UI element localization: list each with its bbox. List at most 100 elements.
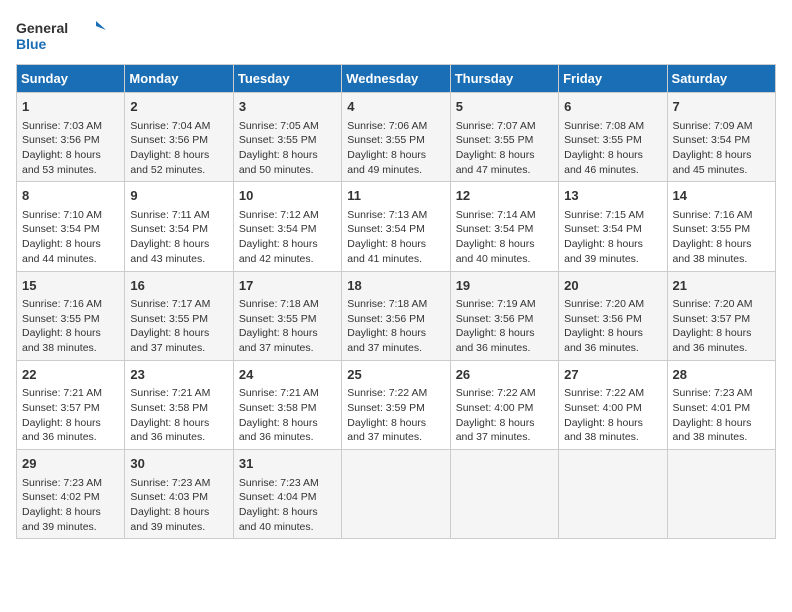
day-detail: Sunrise: 7:23 AMSunset: 4:04 PMDaylight:… — [239, 476, 336, 535]
day-number: 12 — [456, 186, 553, 206]
calendar-day-cell: 19Sunrise: 7:19 AMSunset: 3:56 PMDayligh… — [450, 271, 558, 360]
day-detail: Sunrise: 7:08 AMSunset: 3:55 PMDaylight:… — [564, 119, 661, 178]
day-number: 25 — [347, 365, 444, 385]
day-detail: Sunrise: 7:21 AMSunset: 3:58 PMDaylight:… — [130, 386, 227, 445]
day-number: 19 — [456, 276, 553, 296]
day-detail: Sunrise: 7:06 AMSunset: 3:55 PMDaylight:… — [347, 119, 444, 178]
calendar-day-cell — [667, 450, 775, 539]
calendar-day-cell: 6Sunrise: 7:08 AMSunset: 3:55 PMDaylight… — [559, 93, 667, 182]
calendar-day-cell: 5Sunrise: 7:07 AMSunset: 3:55 PMDaylight… — [450, 93, 558, 182]
calendar-day-cell: 31Sunrise: 7:23 AMSunset: 4:04 PMDayligh… — [233, 450, 341, 539]
calendar-header-cell: Monday — [125, 65, 233, 93]
calendar-day-cell: 16Sunrise: 7:17 AMSunset: 3:55 PMDayligh… — [125, 271, 233, 360]
day-detail: Sunrise: 7:20 AMSunset: 3:56 PMDaylight:… — [564, 297, 661, 356]
calendar-day-cell: 21Sunrise: 7:20 AMSunset: 3:57 PMDayligh… — [667, 271, 775, 360]
day-detail: Sunrise: 7:23 AMSunset: 4:03 PMDaylight:… — [130, 476, 227, 535]
day-number: 6 — [564, 97, 661, 117]
calendar-header-cell: Tuesday — [233, 65, 341, 93]
day-number: 17 — [239, 276, 336, 296]
calendar-week-row: 15Sunrise: 7:16 AMSunset: 3:55 PMDayligh… — [17, 271, 776, 360]
calendar-header-row: SundayMondayTuesdayWednesdayThursdayFrid… — [17, 65, 776, 93]
calendar-day-cell: 2Sunrise: 7:04 AMSunset: 3:56 PMDaylight… — [125, 93, 233, 182]
calendar-week-row: 22Sunrise: 7:21 AMSunset: 3:57 PMDayligh… — [17, 360, 776, 449]
day-number: 28 — [673, 365, 770, 385]
day-detail: Sunrise: 7:16 AMSunset: 3:55 PMDaylight:… — [673, 208, 770, 267]
calendar-day-cell — [559, 450, 667, 539]
calendar-header-cell: Sunday — [17, 65, 125, 93]
day-number: 5 — [456, 97, 553, 117]
day-detail: Sunrise: 7:18 AMSunset: 3:55 PMDaylight:… — [239, 297, 336, 356]
day-detail: Sunrise: 7:23 AMSunset: 4:02 PMDaylight:… — [22, 476, 119, 535]
calendar-day-cell — [342, 450, 450, 539]
logo: General Blue — [16, 16, 106, 56]
day-number: 11 — [347, 186, 444, 206]
calendar-day-cell: 18Sunrise: 7:18 AMSunset: 3:56 PMDayligh… — [342, 271, 450, 360]
calendar-day-cell: 28Sunrise: 7:23 AMSunset: 4:01 PMDayligh… — [667, 360, 775, 449]
day-number: 16 — [130, 276, 227, 296]
day-number: 29 — [22, 454, 119, 474]
day-detail: Sunrise: 7:09 AMSunset: 3:54 PMDaylight:… — [673, 119, 770, 178]
day-detail: Sunrise: 7:16 AMSunset: 3:55 PMDaylight:… — [22, 297, 119, 356]
day-number: 18 — [347, 276, 444, 296]
day-number: 7 — [673, 97, 770, 117]
calendar-body: 1Sunrise: 7:03 AMSunset: 3:56 PMDaylight… — [17, 93, 776, 539]
calendar-day-cell: 3Sunrise: 7:05 AMSunset: 3:55 PMDaylight… — [233, 93, 341, 182]
day-detail: Sunrise: 7:21 AMSunset: 3:57 PMDaylight:… — [22, 386, 119, 445]
calendar-day-cell: 14Sunrise: 7:16 AMSunset: 3:55 PMDayligh… — [667, 182, 775, 271]
calendar-week-row: 1Sunrise: 7:03 AMSunset: 3:56 PMDaylight… — [17, 93, 776, 182]
day-number: 13 — [564, 186, 661, 206]
calendar-day-cell: 20Sunrise: 7:20 AMSunset: 3:56 PMDayligh… — [559, 271, 667, 360]
svg-text:General: General — [16, 20, 68, 36]
day-detail: Sunrise: 7:19 AMSunset: 3:56 PMDaylight:… — [456, 297, 553, 356]
day-number: 20 — [564, 276, 661, 296]
day-number: 2 — [130, 97, 227, 117]
day-detail: Sunrise: 7:22 AMSunset: 4:00 PMDaylight:… — [564, 386, 661, 445]
day-number: 3 — [239, 97, 336, 117]
calendar-header-cell: Wednesday — [342, 65, 450, 93]
calendar-header-cell: Saturday — [667, 65, 775, 93]
day-detail: Sunrise: 7:21 AMSunset: 3:58 PMDaylight:… — [239, 386, 336, 445]
day-detail: Sunrise: 7:20 AMSunset: 3:57 PMDaylight:… — [673, 297, 770, 356]
day-number: 1 — [22, 97, 119, 117]
calendar-day-cell: 26Sunrise: 7:22 AMSunset: 4:00 PMDayligh… — [450, 360, 558, 449]
calendar-day-cell: 15Sunrise: 7:16 AMSunset: 3:55 PMDayligh… — [17, 271, 125, 360]
day-number: 9 — [130, 186, 227, 206]
day-number: 10 — [239, 186, 336, 206]
svg-text:Blue: Blue — [16, 36, 47, 52]
calendar-day-cell: 11Sunrise: 7:13 AMSunset: 3:54 PMDayligh… — [342, 182, 450, 271]
day-detail: Sunrise: 7:03 AMSunset: 3:56 PMDaylight:… — [22, 119, 119, 178]
calendar-header-cell: Thursday — [450, 65, 558, 93]
day-detail: Sunrise: 7:07 AMSunset: 3:55 PMDaylight:… — [456, 119, 553, 178]
day-number: 26 — [456, 365, 553, 385]
calendar-day-cell: 23Sunrise: 7:21 AMSunset: 3:58 PMDayligh… — [125, 360, 233, 449]
calendar-day-cell: 22Sunrise: 7:21 AMSunset: 3:57 PMDayligh… — [17, 360, 125, 449]
day-number: 14 — [673, 186, 770, 206]
calendar-day-cell: 10Sunrise: 7:12 AMSunset: 3:54 PMDayligh… — [233, 182, 341, 271]
calendar-day-cell: 17Sunrise: 7:18 AMSunset: 3:55 PMDayligh… — [233, 271, 341, 360]
day-detail: Sunrise: 7:15 AMSunset: 3:54 PMDaylight:… — [564, 208, 661, 267]
day-detail: Sunrise: 7:10 AMSunset: 3:54 PMDaylight:… — [22, 208, 119, 267]
calendar-day-cell: 9Sunrise: 7:11 AMSunset: 3:54 PMDaylight… — [125, 182, 233, 271]
day-number: 15 — [22, 276, 119, 296]
day-number: 4 — [347, 97, 444, 117]
day-number: 8 — [22, 186, 119, 206]
day-detail: Sunrise: 7:13 AMSunset: 3:54 PMDaylight:… — [347, 208, 444, 267]
day-number: 24 — [239, 365, 336, 385]
day-detail: Sunrise: 7:22 AMSunset: 3:59 PMDaylight:… — [347, 386, 444, 445]
day-detail: Sunrise: 7:14 AMSunset: 3:54 PMDaylight:… — [456, 208, 553, 267]
header: General Blue — [16, 16, 776, 56]
calendar-day-cell: 1Sunrise: 7:03 AMSunset: 3:56 PMDaylight… — [17, 93, 125, 182]
calendar-week-row: 8Sunrise: 7:10 AMSunset: 3:54 PMDaylight… — [17, 182, 776, 271]
day-detail: Sunrise: 7:12 AMSunset: 3:54 PMDaylight:… — [239, 208, 336, 267]
calendar-day-cell: 24Sunrise: 7:21 AMSunset: 3:58 PMDayligh… — [233, 360, 341, 449]
day-number: 30 — [130, 454, 227, 474]
day-detail: Sunrise: 7:05 AMSunset: 3:55 PMDaylight:… — [239, 119, 336, 178]
day-number: 31 — [239, 454, 336, 474]
day-number: 23 — [130, 365, 227, 385]
day-detail: Sunrise: 7:23 AMSunset: 4:01 PMDaylight:… — [673, 386, 770, 445]
day-detail: Sunrise: 7:18 AMSunset: 3:56 PMDaylight:… — [347, 297, 444, 356]
calendar-day-cell: 7Sunrise: 7:09 AMSunset: 3:54 PMDaylight… — [667, 93, 775, 182]
calendar-day-cell: 4Sunrise: 7:06 AMSunset: 3:55 PMDaylight… — [342, 93, 450, 182]
calendar-day-cell: 29Sunrise: 7:23 AMSunset: 4:02 PMDayligh… — [17, 450, 125, 539]
day-detail: Sunrise: 7:11 AMSunset: 3:54 PMDaylight:… — [130, 208, 227, 267]
